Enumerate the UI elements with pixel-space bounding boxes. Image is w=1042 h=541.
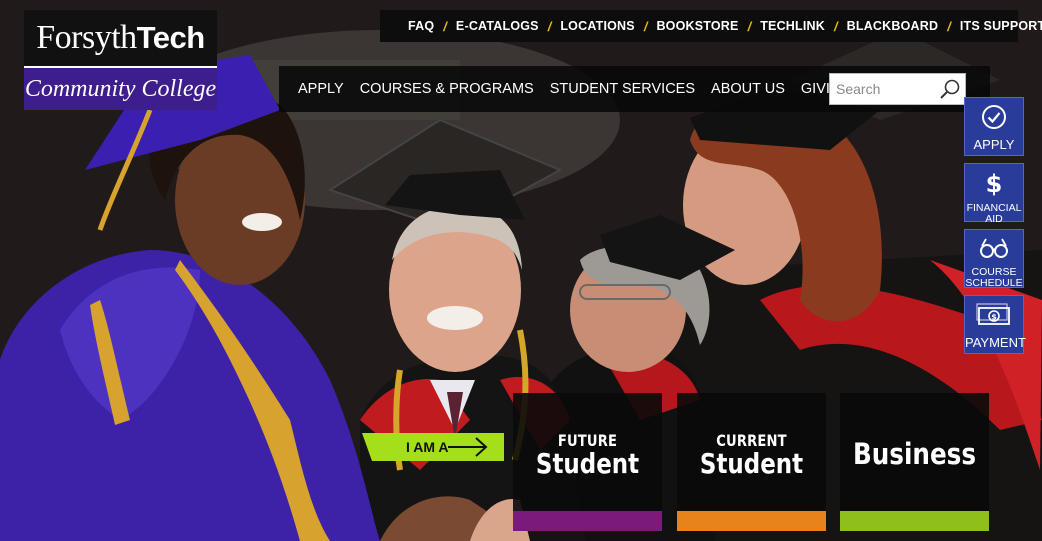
search-input[interactable] (830, 75, 935, 103)
utility-separator: / (747, 18, 752, 34)
utility-nav: FAQ / E-CATALOGS / LOCATIONS / BOOKSTORE… (380, 10, 1042, 42)
nav-item-student-services[interactable]: STUDENT SERVICES (550, 81, 695, 97)
logo-name-bold: Tech (136, 20, 206, 55)
tile-line2: Student (699, 447, 804, 480)
utility-link-faq[interactable]: FAQ (408, 19, 434, 33)
quick-link-label: COURSE SCHEDULE (965, 266, 1023, 289)
utility-link-locations[interactable]: LOCATIONS (560, 19, 634, 33)
college-logo[interactable]: Forsyth Tech Community College (24, 10, 217, 110)
utility-separator: / (834, 18, 838, 34)
utility-link-techlink[interactable]: TECHLINK (760, 19, 825, 33)
tile-current-student[interactable]: CURRENT Student (677, 393, 826, 531)
utility-link-blackboard[interactable]: BLACKBOARD (847, 19, 939, 33)
tile-line2: Business (852, 437, 977, 471)
i-am-a-label: I AM A (406, 439, 449, 455)
svg-text:$: $ (991, 313, 997, 322)
dollar-icon: $ (965, 170, 1023, 201)
quick-link-label: APPLY (973, 137, 1015, 152)
logo-name-regular: Forsyth (36, 19, 137, 56)
tile-future-student[interactable]: FUTURE Student (513, 393, 662, 531)
tile-line2: Student (535, 447, 640, 480)
nav-item-about-us[interactable]: ABOUT US (711, 81, 785, 97)
nav-item-courses-programs[interactable]: COURSES & PROGRAMS (360, 81, 534, 97)
quick-link-financial-aid[interactable]: $ FINANCIAL AID (964, 163, 1024, 225)
tile-business[interactable]: Business (840, 393, 989, 531)
utility-link-bookstore[interactable]: BOOKSTORE (656, 19, 738, 33)
quick-link-label: FINANCIAL AID (966, 202, 1022, 225)
utility-separator: / (547, 18, 552, 34)
logo-subtitle: Community College (24, 68, 217, 110)
main-nav: APPLY COURSES & PROGRAMS STUDENT SERVICE… (279, 66, 990, 112)
utility-separator: / (443, 18, 447, 34)
utility-separator: / (643, 18, 648, 34)
nav-item-apply[interactable]: APPLY (298, 81, 344, 97)
i-am-a-prompt: I AM A (362, 433, 504, 461)
quick-link-apply[interactable]: APPLY (964, 97, 1024, 156)
quick-link-payment[interactable]: $ PAYMENT (964, 295, 1026, 354)
glasses-icon (965, 236, 1023, 265)
search-icon[interactable] (935, 74, 965, 104)
quick-link-course-schedule[interactable]: COURSE SCHEDULE (964, 229, 1024, 289)
money-bill-icon: $ (965, 302, 1023, 333)
logo-wordmark: Forsyth Tech (24, 10, 217, 68)
utility-link-its-support[interactable]: ITS SUPPORT (960, 19, 1042, 33)
tile-accent-bar (840, 511, 989, 531)
tile-accent-bar (513, 511, 662, 531)
svg-text:$: $ (986, 170, 1003, 196)
utility-link-e-catalogs[interactable]: E-CATALOGS (456, 19, 539, 33)
utility-separator: / (947, 18, 951, 34)
check-circle-icon (965, 104, 1023, 135)
quick-link-label: PAYMENT (965, 335, 1026, 350)
search-box (829, 73, 966, 105)
tile-accent-bar (677, 511, 826, 531)
